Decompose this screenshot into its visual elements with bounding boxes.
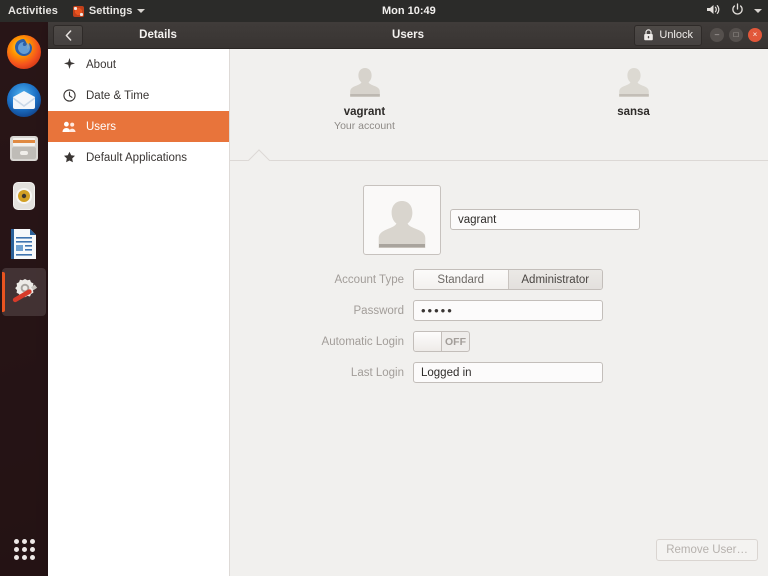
chevron-left-icon — [65, 30, 72, 41]
toggle-state-label: OFF — [442, 336, 469, 348]
window-controls: – □ × — [710, 28, 762, 42]
clock[interactable]: Mon 10:49 — [382, 0, 436, 22]
gnome-top-bar: Activities Settings Mon 10:49 — [0, 0, 768, 22]
grid-dot — [14, 547, 19, 552]
user-card-vagrant[interactable]: vagrant Your account — [290, 63, 440, 132]
settings-tools-icon — [5, 273, 43, 311]
app-menu-label: Settings — [89, 5, 132, 17]
sidebar-item-about[interactable]: About — [48, 49, 229, 80]
account-type-segmented-control[interactable]: Standard Administrator — [413, 269, 603, 290]
padlock-icon — [643, 29, 654, 41]
user-detail-form: vagrant Account Type Standard Administra… — [230, 161, 768, 383]
password-field[interactable]: ••••• — [413, 300, 603, 321]
grid-dot — [30, 539, 35, 544]
dock-item-settings[interactable] — [2, 268, 46, 316]
settings-sidebar: About Date & Time — [48, 49, 230, 576]
automatic-login-row: Automatic Login OFF — [230, 331, 768, 352]
power-icon[interactable] — [731, 3, 744, 19]
toggle-knob — [414, 332, 442, 351]
default-avatar-icon — [345, 63, 385, 103]
firefox-icon — [5, 33, 43, 71]
sidebar-item-users[interactable]: Users — [48, 111, 229, 142]
rhythmbox-icon — [5, 177, 43, 215]
clock-icon — [62, 89, 76, 102]
settings-icon — [73, 6, 84, 17]
sidebar-item-label: Date & Time — [86, 90, 149, 102]
volume-icon[interactable] — [706, 3, 721, 19]
automatic-login-toggle[interactable]: OFF — [413, 331, 470, 352]
grid-dot — [22, 539, 27, 544]
automatic-login-label: Automatic Login — [230, 336, 413, 348]
account-type-standard-option[interactable]: Standard — [414, 270, 508, 289]
avatar-row: vagrant — [230, 185, 768, 255]
account-type-row: Account Type Standard Administrator — [230, 269, 768, 290]
desktop: Activities Settings Mon 10:49 — [0, 0, 768, 576]
titlebar-right: Unlock – □ × — [634, 25, 768, 46]
chevron-down-icon — [137, 9, 145, 13]
thunderbird-icon — [5, 81, 43, 119]
grid-dot — [14, 539, 19, 544]
libreoffice-writer-icon — [5, 225, 43, 263]
default-avatar-icon — [614, 63, 654, 103]
user-carousel: vagrant Your account sansa — [230, 49, 768, 149]
username-input[interactable]: vagrant — [450, 209, 640, 230]
sidebar-item-label: Default Applications — [86, 152, 187, 164]
password-value: ••••• — [421, 304, 454, 317]
dock-item-thunderbird[interactable] — [2, 76, 46, 124]
grid-dot — [22, 547, 27, 552]
grid-dot — [14, 555, 19, 560]
user-name: vagrant — [344, 106, 386, 118]
minimize-button[interactable]: – — [710, 28, 724, 42]
users-icon — [62, 121, 76, 133]
grid-dot — [22, 555, 27, 560]
sparkle-icon — [62, 58, 76, 71]
back-button[interactable] — [53, 25, 83, 46]
window-body: About Date & Time — [48, 49, 768, 576]
sidebar-item-label: About — [86, 59, 116, 71]
avatar-button[interactable] — [363, 185, 441, 255]
remove-user-button[interactable]: Remove User… — [656, 539, 758, 561]
user-subtitle: Your account — [334, 120, 395, 132]
window-titlebar: Details Users Unlock – □ × — [48, 22, 768, 49]
grid-dot — [30, 547, 35, 552]
last-login-row: Last Login Logged in — [230, 362, 768, 383]
users-panel: vagrant Your account sansa — [230, 49, 768, 576]
ubuntu-dock — [0, 22, 48, 576]
selection-notch — [246, 148, 272, 161]
grid-dot — [30, 555, 35, 560]
sidebar-title: Details — [83, 29, 233, 41]
files-icon — [5, 129, 43, 167]
dock-item-rhythmbox[interactable] — [2, 172, 46, 220]
chevron-down-icon[interactable] — [754, 9, 762, 13]
carousel-divider — [230, 149, 768, 161]
settings-window: Details Users Unlock – □ × — [48, 22, 768, 576]
user-name: sansa — [617, 106, 650, 118]
dock-item-files[interactable] — [2, 124, 46, 172]
last-login-label: Last Login — [230, 367, 413, 379]
dock-item-libreoffice-writer[interactable] — [2, 220, 46, 268]
sidebar-item-date-time[interactable]: Date & Time — [48, 80, 229, 111]
system-tray[interactable] — [706, 0, 762, 22]
dock-item-firefox[interactable] — [2, 28, 46, 76]
account-type-administrator-option[interactable]: Administrator — [508, 270, 603, 289]
maximize-button[interactable]: □ — [729, 28, 743, 42]
sidebar-item-label: Users — [86, 121, 116, 133]
password-row: Password ••••• — [230, 300, 768, 321]
activities-button[interactable]: Activities — [0, 0, 67, 22]
show-applications-button[interactable] — [5, 530, 43, 568]
user-card-sansa[interactable]: sansa — [559, 63, 709, 120]
app-menu-button[interactable]: Settings — [67, 5, 151, 17]
unlock-button[interactable]: Unlock — [634, 25, 702, 46]
account-type-label: Account Type — [230, 274, 413, 286]
sidebar-item-default-applications[interactable]: Default Applications — [48, 142, 229, 173]
default-avatar-icon — [371, 192, 433, 254]
last-login-value[interactable]: Logged in — [413, 362, 603, 383]
close-button[interactable]: × — [748, 28, 762, 42]
password-label: Password — [230, 305, 413, 317]
star-icon — [62, 151, 76, 164]
unlock-label: Unlock — [659, 29, 693, 41]
